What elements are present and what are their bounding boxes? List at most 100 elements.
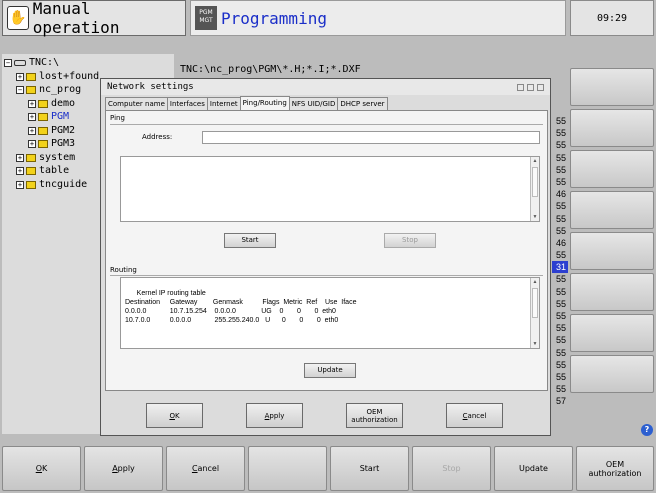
softkey-apply[interactable]: Apply (84, 446, 163, 491)
expand-icon[interactable]: + (28, 113, 36, 121)
scroll-up-icon[interactable]: ▲ (531, 278, 539, 286)
tree-item-label: PGM3 (51, 138, 76, 149)
ping-routing-panel: Ping Address: ▲ ▼ Start Stop Routing Ker… (105, 110, 548, 391)
routing-separator (110, 275, 543, 276)
tree-item[interactable]: + PGM3 (28, 138, 75, 150)
tab-computer-name[interactable]: Computer name (105, 97, 168, 110)
maximize-icon[interactable] (527, 83, 534, 91)
collapse-icon[interactable]: − (16, 86, 24, 94)
mode-manual-operation[interactable]: ✋ Manual operation (2, 0, 186, 37)
pgm-mgt-icon: PGM MGT (195, 6, 217, 30)
scroll-down-icon[interactable]: ▼ (531, 340, 539, 348)
address-input[interactable] (202, 131, 540, 144)
softkey-update[interactable]: Update (494, 446, 573, 491)
softkey-oem-authorization[interactable]: OEM authorization (576, 446, 654, 491)
softkey-start[interactable]: Start (330, 446, 409, 491)
scroll-down-icon[interactable]: ▼ (531, 213, 539, 221)
folder-icon (38, 113, 48, 121)
tree-item[interactable]: − nc_prog (16, 84, 81, 96)
help-icon[interactable]: ? (641, 424, 653, 436)
vertical-softkey-3[interactable] (570, 150, 654, 188)
dialog-ok-button[interactable]: OK (146, 403, 203, 428)
file-list-value: 55 (555, 176, 566, 187)
scroll-up-icon[interactable]: ▲ (531, 157, 539, 165)
vertical-softkey-1[interactable] (570, 68, 654, 106)
tab-nfs-uid-gid[interactable]: NFS UID/GID (288, 97, 339, 110)
softkey-ok[interactable]: OK (2, 446, 81, 491)
tree-item[interactable]: + lost+found (16, 71, 99, 83)
vertical-softkey-4[interactable] (570, 191, 654, 229)
dialog-oem-authorization-button[interactable]: OEM authorization (346, 403, 403, 428)
scroll-thumb[interactable] (532, 167, 538, 197)
tree-item[interactable]: + table (16, 165, 69, 177)
ping-output[interactable]: ▲ ▼ (120, 156, 540, 222)
expand-icon[interactable]: + (16, 153, 24, 162)
softkey-stop[interactable]: Stop (412, 446, 491, 491)
file-list-value: 55 (555, 128, 566, 139)
tree-item-label: PGM2 (51, 124, 76, 136)
tree-item-label: tncguide (39, 178, 88, 190)
tree-item-label: TNC:\ (29, 57, 60, 68)
routing-update-button[interactable]: Update (304, 363, 356, 378)
minimize-icon[interactable] (517, 83, 524, 91)
file-list-value: 55 (555, 359, 566, 370)
tree-item[interactable]: + tncguide (16, 179, 87, 191)
file-list-value: 55 (555, 371, 566, 382)
file-list-value: 55 (555, 164, 566, 175)
vertical-softkey-6[interactable] (570, 273, 654, 311)
dialog-title: Network settings (107, 82, 194, 92)
tree-item[interactable]: + PGM (28, 111, 69, 123)
expand-icon[interactable]: + (16, 72, 24, 81)
tree-item-label: PGM (51, 111, 70, 122)
routing-table[interactable]: Kernel IP routing table Destination Gate… (120, 277, 540, 349)
vertical-softkey-8[interactable] (570, 355, 654, 393)
dialog-titlebar: Network settings (101, 79, 550, 95)
tab-interfaces[interactable]: Interfaces (166, 97, 208, 110)
network-settings-dialog: Network settings Computer name Interface… (100, 78, 551, 436)
vertical-softkey-5[interactable] (570, 232, 654, 270)
file-list-value: 55 (555, 384, 566, 395)
expand-icon[interactable]: + (28, 99, 36, 108)
tree-item-label: nc_prog (39, 84, 82, 95)
softkey-empty[interactable] (248, 446, 327, 491)
expand-icon[interactable]: + (16, 167, 24, 175)
file-list-value: 55 (555, 140, 566, 151)
file-list-value: 55 (555, 323, 566, 334)
tree-item-label: table (39, 165, 70, 176)
window-controls (517, 83, 544, 91)
file-list-value: 55 (555, 225, 566, 236)
close-icon[interactable] (537, 83, 544, 91)
collapse-icon[interactable]: − (4, 59, 12, 67)
file-path: TNC:\nc_prog\PGM\*.H;*.I;*.DXF (180, 64, 361, 75)
file-list-value: 55 (555, 213, 566, 224)
routing-table-scrollbar[interactable]: ▲ ▼ (530, 278, 539, 348)
tab-ping-routing[interactable]: Ping/Routing (239, 96, 290, 110)
expand-icon[interactable]: + (28, 140, 36, 148)
tree-item[interactable]: + demo (28, 98, 75, 110)
softkey-cancel[interactable]: Cancel (166, 446, 245, 491)
tree-item[interactable]: + system (16, 152, 75, 164)
dialog-apply-button[interactable]: Apply (246, 403, 303, 428)
vertical-softkey-2[interactable] (570, 109, 654, 147)
dialog-cancel-button[interactable]: Cancel (446, 403, 503, 428)
ping-output-scrollbar[interactable]: ▲ ▼ (530, 157, 539, 221)
file-list-value: 31 (552, 261, 568, 274)
file-list-value: 46 (555, 189, 566, 200)
tab-internet[interactable]: Internet (206, 97, 241, 110)
routing-table-text: Kernel IP routing table Destination Gate… (125, 290, 357, 324)
mode-programming[interactable]: PGM MGT Programming (190, 0, 566, 36)
vertical-softkey-7[interactable] (570, 314, 654, 352)
tree-item[interactable]: − TNC:\ (4, 57, 59, 69)
tree-item-label: system (39, 151, 76, 163)
folder-icon (38, 126, 48, 135)
file-list-value: 55 (555, 201, 566, 212)
ping-stop-button[interactable]: Stop (384, 233, 436, 248)
tree-item[interactable]: + PGM2 (28, 125, 75, 137)
address-label: Address: (142, 133, 173, 141)
file-list-value: 55 (555, 347, 566, 358)
ping-start-button[interactable]: Start (224, 233, 276, 248)
expand-icon[interactable]: + (28, 126, 36, 135)
expand-icon[interactable]: + (16, 180, 24, 189)
scroll-thumb[interactable] (532, 288, 538, 318)
tab-dhcp-server[interactable]: DHCP server (337, 97, 388, 110)
